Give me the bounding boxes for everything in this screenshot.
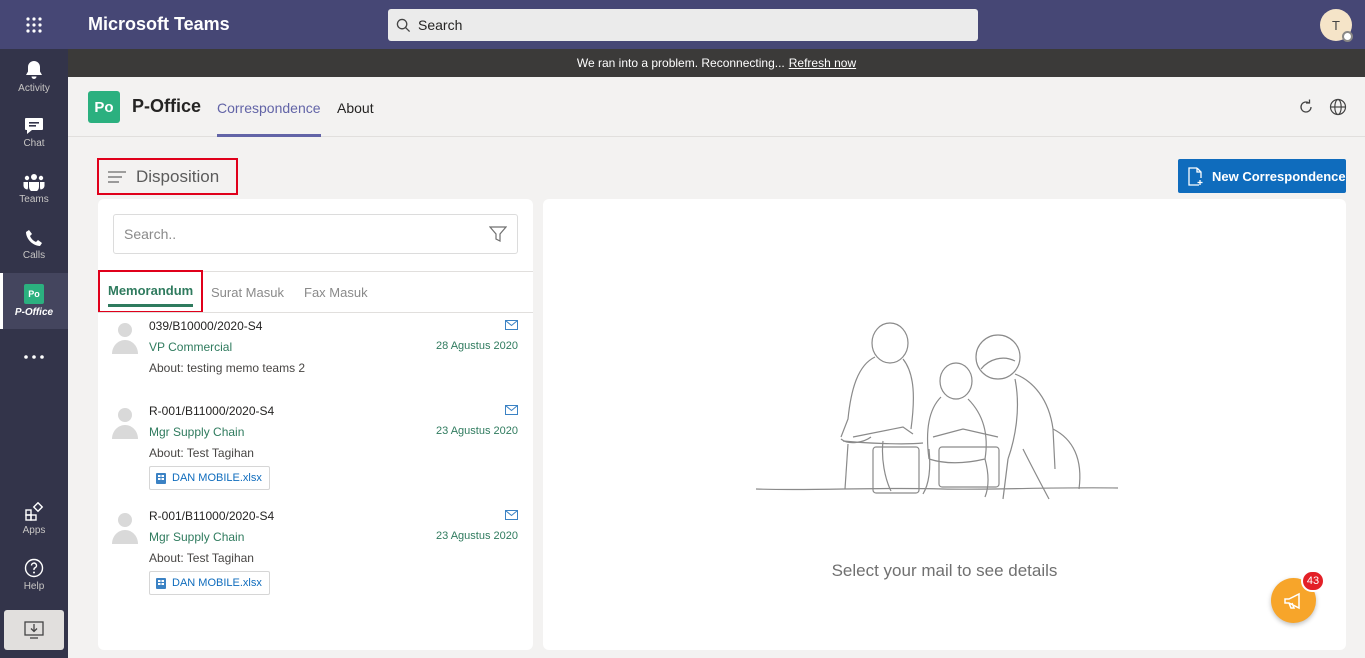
reload-icon[interactable] xyxy=(1297,98,1315,116)
phone-icon xyxy=(26,230,42,246)
banner-text: We ran into a problem. Reconnecting... xyxy=(576,56,785,70)
mail-icon xyxy=(505,320,518,330)
attachment-chip[interactable]: DAN MOBILE.xlsx xyxy=(149,466,270,490)
mail-icon xyxy=(505,405,518,415)
app-name: P-Office xyxy=(132,96,202,116)
new-correspondence-label: New Correspondence xyxy=(1212,168,1346,184)
poffice-app-icon: Po xyxy=(24,284,44,304)
tab-correspondence[interactable]: Correspondence xyxy=(217,100,321,116)
rail-label-calls: Calls xyxy=(22,250,46,261)
help-icon xyxy=(24,558,44,578)
rail-label-activity: Activity xyxy=(18,83,50,94)
megaphone-icon xyxy=(1283,592,1300,609)
refresh-now-link[interactable]: Refresh now xyxy=(789,56,856,70)
item-subject: About: Test Tagihan xyxy=(149,551,254,565)
rail-label-help: Help xyxy=(23,581,45,592)
rail-item-chat[interactable]: Chat xyxy=(0,105,68,161)
hamburger-menu-icon[interactable] xyxy=(108,170,126,184)
tabs-divider-bottom xyxy=(98,312,533,313)
filter-icon[interactable] xyxy=(489,226,507,243)
page-title: Disposition xyxy=(136,166,220,186)
mail-icon xyxy=(505,510,518,520)
item-sender: Mgr Supply Chain xyxy=(149,530,245,544)
reconnect-banner: We ran into a problem. Reconnecting... R… xyxy=(68,49,1365,77)
item-sender: Mgr Supply Chain xyxy=(149,425,245,439)
item-subject: About: Test Tagihan xyxy=(149,446,254,460)
rail-label-chat: Chat xyxy=(23,138,45,149)
person-icon xyxy=(112,408,138,439)
avatar[interactable]: T xyxy=(1320,9,1353,42)
new-document-icon xyxy=(1188,166,1203,186)
item-sender: VP Commercial xyxy=(149,340,233,354)
empty-state-illustration xyxy=(755,322,1119,500)
tab-active-indicator xyxy=(217,134,321,137)
rail-item-poffice[interactable]: Po P-Office xyxy=(0,273,68,329)
detail-panel: Select your mail to see details xyxy=(543,199,1346,650)
rail-item-activity[interactable]: Activity xyxy=(0,49,68,105)
poffice-logo: Po xyxy=(88,91,120,123)
rail-item-apps[interactable]: Apps xyxy=(0,491,68,547)
item-number: 039/B10000/2020-S4 xyxy=(149,319,263,333)
item-subject: About: testing memo teams 2 xyxy=(149,361,306,375)
item-number: R-001/B11000/2020-S4 xyxy=(149,509,275,523)
top-bar: Microsoft Teams Search T xyxy=(0,0,1365,49)
download-app-button[interactable] xyxy=(4,610,64,650)
apps-icon xyxy=(25,502,44,521)
attachment-name: DAN MOBILE.xlsx xyxy=(172,472,262,484)
left-rail: Activity Chat Teams Calls Po P-Office Ap… xyxy=(0,49,68,658)
empty-state-message: Select your mail to see details xyxy=(831,561,1058,580)
spreadsheet-icon xyxy=(156,577,166,589)
app-launcher-icon[interactable] xyxy=(0,0,68,49)
download-icon xyxy=(24,621,44,639)
person-icon xyxy=(112,323,138,354)
tab-fax-masuk[interactable]: Fax Masuk xyxy=(304,285,368,300)
rail-item-help[interactable]: Help xyxy=(0,547,68,603)
item-date: 28 Agustus 2020 xyxy=(436,340,518,352)
rail-label-apps: Apps xyxy=(22,525,46,536)
disposition-header: Disposition xyxy=(97,158,238,195)
tab-about[interactable]: About xyxy=(337,100,374,116)
list-tab-indicator xyxy=(108,304,193,307)
chat-icon xyxy=(25,118,43,134)
item-date: 23 Agustus 2020 xyxy=(436,530,518,542)
person-icon xyxy=(112,513,138,544)
teams-icon xyxy=(23,174,45,191)
search-placeholder: Search xyxy=(418,17,463,33)
item-number: R-001/B11000/2020-S4 xyxy=(149,404,275,418)
rail-item-teams[interactable]: Teams xyxy=(0,161,68,217)
attachment-chip[interactable]: DAN MOBILE.xlsx xyxy=(149,571,270,595)
app-title: Microsoft Teams xyxy=(88,14,230,34)
rail-label-teams: Teams xyxy=(19,194,49,205)
attachment-name: DAN MOBILE.xlsx xyxy=(172,577,262,589)
list-search-placeholder: Search.. xyxy=(124,226,177,242)
tab-memorandum[interactable]: Memorandum xyxy=(108,283,193,298)
rail-label-poffice: P-Office xyxy=(14,307,54,318)
bell-icon xyxy=(26,61,42,79)
spreadsheet-icon xyxy=(156,472,166,484)
app-header: Po P-Office Correspondence About xyxy=(68,77,1365,137)
search-input[interactable]: Search xyxy=(388,9,978,41)
more-apps-icon[interactable] xyxy=(0,329,68,385)
globe-icon[interactable] xyxy=(1329,98,1347,116)
rail-item-calls[interactable]: Calls xyxy=(0,217,68,273)
item-date: 23 Agustus 2020 xyxy=(436,425,518,437)
notification-count-badge: 43 xyxy=(1301,570,1325,592)
new-correspondence-button[interactable]: New Correspondence xyxy=(1178,159,1346,193)
avatar-initial: T xyxy=(1332,17,1340,33)
correspondence-list-panel: Search.. Memorandum Surat Masuk Fax Masu… xyxy=(98,199,533,650)
tab-surat-masuk[interactable]: Surat Masuk xyxy=(211,285,284,300)
list-search-input[interactable]: Search.. xyxy=(113,214,518,254)
presence-status-icon xyxy=(1342,31,1353,42)
search-icon xyxy=(396,18,411,32)
